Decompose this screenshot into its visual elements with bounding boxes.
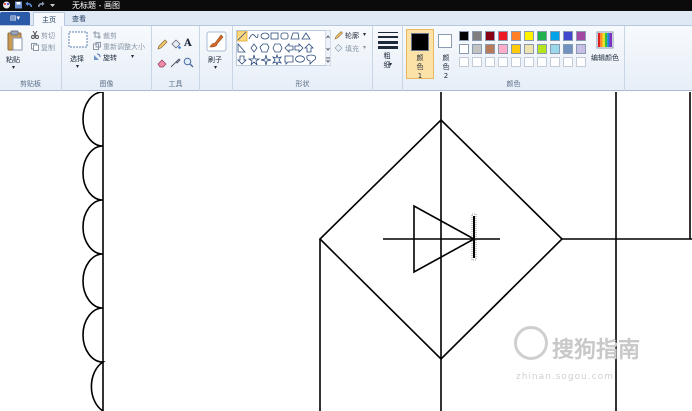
redo-icon[interactable] (36, 1, 45, 9)
palette-color-swatch[interactable] (459, 31, 469, 41)
tools-group-label: 工具 (168, 80, 183, 88)
custom-color-slot[interactable] (550, 57, 560, 67)
palette-color-swatch[interactable] (524, 31, 534, 41)
brushes-group: 刷子 ▾ (200, 26, 233, 91)
ribbon: 粘贴 ▾ 剪切 复制 剪贴板 选择 ▾ 裁剪 重新调整大小 旋转 ▾ 图像 A … (0, 26, 692, 91)
inductor-coil (82, 92, 106, 411)
paste-dropdown-arrow[interactable]: ▾ (12, 64, 15, 71)
image-group-label: 图像 (99, 80, 114, 88)
edit-colors-icon[interactable] (596, 31, 614, 49)
line-size-icon[interactable] (378, 31, 398, 49)
tab-view[interactable]: 查看 (64, 12, 94, 26)
palette-color-swatch[interactable] (511, 44, 521, 54)
rotate-icon[interactable] (93, 53, 101, 61)
palette-color-swatch[interactable] (563, 31, 573, 41)
file-menu-button[interactable]: ▤▾ (0, 12, 30, 25)
palette-color-swatch[interactable] (485, 31, 495, 41)
magnifier-icon[interactable] (183, 57, 194, 68)
customize-toolbar-icon[interactable] (48, 1, 57, 9)
brush-icon[interactable] (206, 31, 227, 52)
fill-label[interactable]: 填充 (345, 44, 359, 54)
custom-color-slot[interactable] (563, 57, 573, 67)
outline-icon[interactable] (334, 31, 343, 40)
paste-icon[interactable] (6, 30, 24, 52)
copy-label[interactable]: 复制 (41, 43, 55, 53)
custom-color-slot[interactable] (576, 57, 586, 67)
palette-color-swatch[interactable] (485, 44, 495, 54)
size-dropdown-arrow[interactable]: ▾ (389, 61, 392, 68)
custom-color-slot[interactable] (524, 57, 534, 67)
palette-color-swatch[interactable] (524, 44, 534, 54)
rotate-label[interactable]: 旋转 (103, 53, 117, 63)
palette-color-swatch[interactable] (550, 31, 560, 41)
shapes-group: 轮廓 ▾ 填充 ▾ 形状 (233, 26, 373, 91)
outline-dropdown-arrow[interactable]: ▾ (363, 31, 366, 38)
color-picker-icon[interactable] (170, 57, 181, 68)
resize-icon[interactable] (93, 42, 101, 50)
colors-group-label: 颜色 (506, 80, 521, 88)
cut-icon[interactable] (31, 31, 39, 39)
fill-dropdown-arrow[interactable]: ▾ (363, 44, 366, 51)
crop-icon[interactable] (93, 31, 101, 39)
palette-color-swatch[interactable] (550, 44, 560, 54)
eraser-icon[interactable] (157, 57, 168, 68)
watermark-url: zhinan.sogou.com (516, 372, 614, 382)
color1-label: 颜色 1 (416, 54, 424, 80)
resize-label[interactable]: 重新调整大小 (103, 42, 145, 52)
color2-label[interactable]: 颜色 2 (441, 54, 451, 81)
colors-group: 颜色 1 颜色 2 编辑颜色 颜色 (403, 26, 625, 91)
window-title: 无标题 - 画图 (72, 1, 120, 10)
outline-label[interactable]: 轮廓 (345, 31, 359, 41)
size-group: 粗细 ▾ (373, 26, 403, 91)
ribbon-tab-row: ▤▾ 主页 查看 (0, 11, 692, 26)
text-tool-icon[interactable]: A (184, 38, 192, 49)
cut-label[interactable]: 剪切 (41, 31, 55, 41)
rotate-dropdown-arrow[interactable]: ▾ (131, 53, 134, 60)
shapes-scrollbar[interactable] (325, 30, 331, 66)
edit-colors-label[interactable]: 编辑颜色 (591, 53, 619, 63)
palette-color-swatch[interactable] (472, 44, 482, 54)
palette-color-swatch[interactable] (576, 44, 586, 54)
select-icon[interactable] (68, 31, 88, 48)
copy-icon[interactable] (31, 43, 39, 51)
custom-color-slot[interactable] (472, 57, 482, 67)
fill-icon[interactable] (334, 44, 343, 53)
palette-color-swatch[interactable] (459, 44, 469, 54)
watermark-text: 搜狗指南 (552, 338, 641, 363)
shapes-group-label: 形状 (295, 80, 310, 88)
select-dropdown-arrow[interactable]: ▾ (76, 63, 79, 70)
undo-icon[interactable] (25, 1, 34, 9)
crop-label[interactable]: 裁剪 (103, 31, 117, 41)
title-bar: 无标题 - 画图 (0, 0, 692, 11)
palette-color-swatch[interactable] (498, 31, 508, 41)
color2-swatch[interactable] (438, 34, 452, 48)
tools-group: A 工具 (152, 26, 200, 91)
custom-color-slot[interactable] (485, 57, 495, 67)
tab-home[interactable]: 主页 (33, 12, 65, 26)
palette-color-swatch[interactable] (563, 44, 573, 54)
color1-swatch (411, 33, 429, 51)
custom-color-slot[interactable] (459, 57, 469, 67)
custom-color-slot[interactable] (537, 57, 547, 67)
custom-color-slot[interactable] (511, 57, 521, 67)
fill-bucket-icon[interactable] (170, 39, 181, 50)
pencil-icon[interactable] (157, 39, 168, 50)
clipboard-group-label: 剪贴板 (20, 80, 41, 88)
clipboard-group: 粘贴 ▾ 剪切 复制 剪贴板 (0, 26, 62, 91)
shapes-gallery-icons (237, 31, 317, 65)
palette-color-swatch[interactable] (537, 44, 547, 54)
palette-color-swatch[interactable] (537, 31, 547, 41)
palette-color-swatch[interactable] (511, 31, 521, 41)
paint-app-icon[interactable] (2, 1, 11, 9)
palette-color-swatch[interactable] (576, 31, 586, 41)
palette-color-swatch[interactable] (472, 31, 482, 41)
custom-color-slot[interactable] (498, 57, 508, 67)
image-group: 选择 ▾ 裁剪 重新调整大小 旋转 ▾ 图像 (62, 26, 152, 91)
brushes-dropdown-arrow[interactable]: ▾ (214, 64, 217, 71)
palette-color-swatch[interactable] (498, 44, 508, 54)
save-icon[interactable] (14, 1, 23, 9)
watermark-logo (514, 326, 548, 360)
